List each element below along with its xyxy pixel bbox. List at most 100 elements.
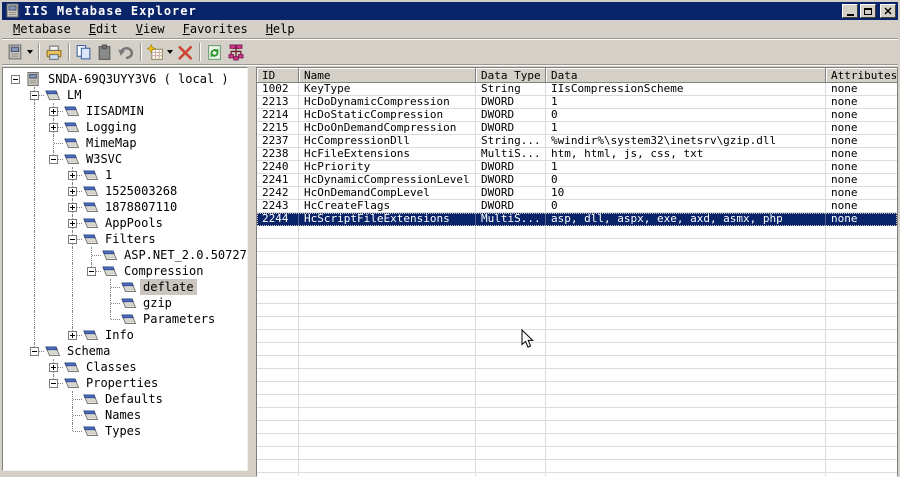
column-header-attributes[interactable]: Attributes (826, 68, 897, 83)
tree-item-label[interactable]: Parameters (140, 311, 218, 327)
tree-item-types[interactable]: Types (6, 423, 247, 439)
close-button[interactable] (880, 4, 896, 18)
tree-item-properties[interactable]: Properties (6, 375, 247, 391)
expander-plus-icon[interactable] (68, 171, 77, 180)
tree-item-label[interactable]: 1525003268 (102, 183, 180, 199)
expander-minus-icon[interactable] (68, 235, 77, 244)
tree-item-1878807110[interactable]: 1878807110 (6, 199, 247, 215)
tree-item-label[interactable]: Filters (102, 231, 159, 247)
menu-edit[interactable]: Edit (80, 21, 127, 37)
tree-item-label[interactable]: SNDA-69Q3UYY3V6 ( local ) (45, 71, 232, 87)
tree-item-info[interactable]: Info (6, 327, 247, 343)
tree-item-w3svc[interactable]: W3SVC (6, 151, 247, 167)
table-row-hcondemandcomplevel[interactable]: 2242 HcOnDemandCompLevel DWORD 10 none (257, 187, 897, 200)
connect-button[interactable] (5, 41, 35, 63)
tree-item-label[interactable]: Schema (64, 343, 113, 359)
dropdown-arrow-icon[interactable] (27, 50, 33, 54)
tree-item-label[interactable]: 1 (102, 167, 115, 183)
expander-plus-icon[interactable] (68, 219, 77, 228)
table-row-hcdynamiccompressionlevel[interactable]: 2241 HcDynamicCompressionLevel DWORD 0 none (257, 174, 897, 187)
expander-plus-icon[interactable] (68, 203, 77, 212)
tree-item-compression[interactable]: Compression (6, 263, 247, 279)
table-row-hccreateflags[interactable]: 2243 HcCreateFlags DWORD 0 none (257, 200, 897, 213)
tree-item-label[interactable]: Properties (83, 375, 161, 391)
menu-metabase[interactable]: Metabase (4, 21, 80, 37)
tree-item-1525003268[interactable]: 1525003268 (6, 183, 247, 199)
column-header-data-type[interactable]: Data Type (476, 68, 546, 83)
table-row-hcdoondemandcompression[interactable]: 2215 HcDoOnDemandCompression DWORD 1 none (257, 122, 897, 135)
dropdown-arrow-icon[interactable] (167, 50, 173, 54)
expander-plus-icon[interactable] (49, 123, 58, 132)
expander-minus-icon[interactable] (30, 347, 39, 356)
tree-item-schema[interactable]: Schema (6, 343, 247, 359)
delete-button[interactable] (175, 41, 196, 63)
column-header-id[interactable]: ID (257, 68, 299, 83)
tree-item-label[interactable]: Logging (83, 119, 140, 135)
expander-minus-icon[interactable] (49, 155, 58, 164)
tree-item-apppools[interactable]: AppPools (6, 215, 247, 231)
tree-item-label[interactable]: 1878807110 (102, 199, 180, 215)
new-key-button[interactable] (145, 41, 175, 63)
tree-item-label[interactable]: Defaults (102, 391, 166, 407)
table-row-keytype[interactable]: 1002 KeyType String IIsCompressionScheme non… (257, 83, 897, 96)
tree-item-label[interactable]: deflate (140, 279, 197, 295)
tree-item-parameters[interactable]: Parameters (6, 311, 247, 327)
tree-item-iisadmin[interactable]: IISADMIN (6, 103, 247, 119)
tree-item-label[interactable]: AppPools (102, 215, 166, 231)
table-row-hcfileextensions[interactable]: 2238 HcFileExtensions MultiS... htm, html, … (257, 148, 897, 161)
tree-item-classes[interactable]: Classes (6, 359, 247, 375)
tree-item-label[interactable]: ASP.NET_2.0.50727.0 (121, 247, 247, 263)
tree-item-label[interactable]: Info (102, 327, 137, 343)
title-bar[interactable]: IIS Metabase Explorer (2, 2, 898, 20)
refresh-button[interactable] (204, 41, 225, 63)
paste-button[interactable] (94, 41, 115, 63)
expander-minus-icon[interactable] (87, 267, 96, 276)
tree-item-snda-69q3uyy3v6-local[interactable]: SNDA-69Q3UYY3V6 ( local ) (6, 71, 247, 87)
view-hierarchy-button[interactable] (225, 41, 247, 63)
tree-item-label[interactable]: gzip (140, 295, 175, 311)
menu-favorites[interactable]: Favorites (174, 21, 257, 37)
tree-item-1[interactable]: 1 (6, 167, 247, 183)
print-button[interactable] (43, 41, 65, 63)
tree-item-names[interactable]: Names (6, 407, 247, 423)
table-row-hccompressiondll[interactable]: 2237 HcCompressionDll String... %windir%\sy… (257, 135, 897, 148)
tree-item-logging[interactable]: Logging (6, 119, 247, 135)
tree-item-gzip[interactable]: gzip (6, 295, 247, 311)
tree-item-label[interactable]: Compression (121, 263, 206, 279)
table-row-hcdostaticcompression[interactable]: 2214 HcDoStaticCompression DWORD 0 none (257, 109, 897, 122)
tree-item-label[interactable]: Types (102, 423, 144, 439)
menu-help[interactable]: Help (257, 21, 304, 37)
panel-splitter[interactable] (248, 67, 256, 477)
tree-item-label[interactable]: Names (102, 407, 144, 423)
column-header-data[interactable]: Data (546, 68, 826, 83)
tree-item-label[interactable]: MimeMap (83, 135, 140, 151)
cell-empty (476, 356, 546, 369)
table-row-hcscriptfileextensions[interactable]: 2244 HcScriptFileExtensions MultiS... asp, … (257, 213, 897, 226)
undo-button[interactable] (115, 41, 137, 63)
menu-view[interactable]: View (127, 21, 174, 37)
tree-item-label[interactable]: IISADMIN (83, 103, 147, 119)
tree-item-lm[interactable]: LM (6, 87, 247, 103)
tree-item-asp-net-2-0-50727-0[interactable]: ASP.NET_2.0.50727.0 (6, 247, 247, 263)
expander-minus-icon[interactable] (49, 379, 58, 388)
expander-plus-icon[interactable] (49, 107, 58, 116)
cell-empty (826, 473, 897, 476)
tree-item-filters[interactable]: Filters (6, 231, 247, 247)
table-row-hcpriority[interactable]: 2240 HcPriority DWORD 1 none (257, 161, 897, 174)
tree-item-defaults[interactable]: Defaults (6, 391, 247, 407)
tree-item-mimemap[interactable]: MimeMap (6, 135, 247, 151)
maximize-button[interactable] (860, 4, 876, 18)
copy-button[interactable] (73, 41, 94, 63)
table-row-hcdodynamiccompression[interactable]: 2213 HcDoDynamicCompression DWORD 1 none (257, 96, 897, 109)
expander-minus-icon[interactable] (11, 75, 20, 84)
tree-item-deflate[interactable]: deflate (6, 279, 247, 295)
expander-plus-icon[interactable] (49, 363, 58, 372)
expander-minus-icon[interactable] (30, 91, 39, 100)
tree-item-label[interactable]: W3SVC (83, 151, 125, 167)
tree-item-label[interactable]: Classes (83, 359, 140, 375)
column-header-name[interactable]: Name (299, 68, 476, 83)
expander-plus-icon[interactable] (68, 187, 77, 196)
minimize-button[interactable] (842, 4, 858, 18)
tree-item-label[interactable]: LM (64, 87, 84, 103)
expander-plus-icon[interactable] (68, 331, 77, 340)
